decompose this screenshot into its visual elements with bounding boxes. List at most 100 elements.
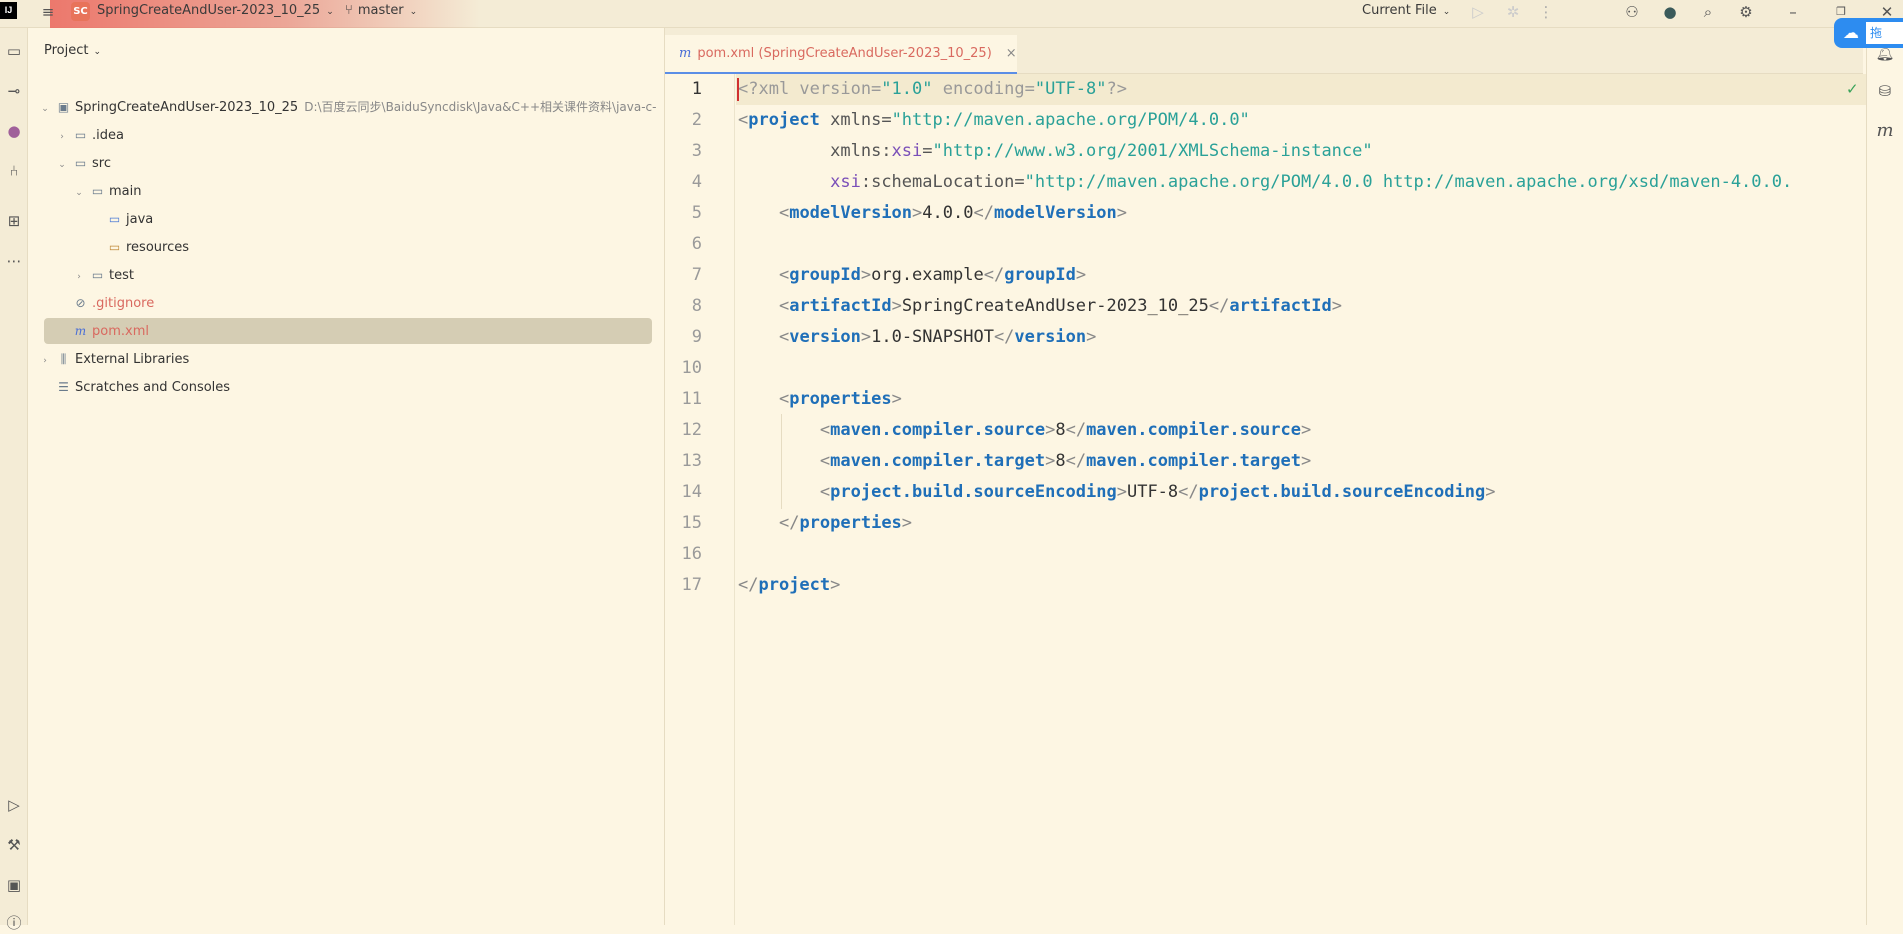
tree-item-label: SpringCreateAndUser-2023_10_25 bbox=[75, 100, 299, 115]
chevron-down-icon[interactable]: ⌄ bbox=[73, 180, 85, 206]
chevron-right-icon[interactable]: › bbox=[56, 124, 68, 150]
text-caret bbox=[737, 78, 739, 101]
line-number: 3 bbox=[691, 141, 702, 161]
right-tool-strip: 🔔︎ ⛁ m bbox=[1866, 28, 1903, 925]
tree-item-path: D:\百度云同步\BaiduSyncdisk\Java&C++相关课件资料\ja… bbox=[304, 100, 657, 114]
line-number: 4 bbox=[691, 172, 702, 192]
project-name: SpringCreateAndUser-2023_10_25 bbox=[97, 3, 321, 18]
libraries-icon: ⫼ bbox=[60, 352, 67, 366]
chevron-right-icon[interactable]: › bbox=[73, 264, 85, 290]
project-badge[interactable]: SC bbox=[71, 2, 90, 21]
project-panel-header[interactable]: Project ⌄ bbox=[44, 43, 101, 58]
tree-item-label: test bbox=[109, 268, 134, 283]
tree-item-resources[interactable]: ▭ resources bbox=[90, 234, 189, 260]
tree-item-scratches[interactable]: ☰ Scratches and Consoles bbox=[39, 374, 230, 400]
editor-tab-bar: m pom.xml (SpringCreateAndUser-2023_10_25… bbox=[665, 28, 1863, 74]
plugin-icon[interactable]: ● bbox=[3, 120, 25, 142]
more-tools-icon[interactable]: ⋯ bbox=[3, 250, 25, 272]
line-number: 12 bbox=[681, 420, 702, 440]
line-number: 2 bbox=[691, 110, 702, 130]
structure-icon[interactable]: ⊞ bbox=[3, 210, 25, 232]
chevron-down-icon[interactable]: ⌄ bbox=[39, 96, 51, 122]
services-icon[interactable]: ▷ bbox=[3, 794, 25, 816]
cloud-icon: ☁ bbox=[1843, 23, 1859, 42]
branch-name: master bbox=[357, 3, 404, 18]
code-line-7: <groupId>org.example</groupId> bbox=[778, 265, 1087, 285]
tree-item-external-libraries[interactable]: › ⫼ External Libraries bbox=[39, 346, 189, 372]
more-icon[interactable]: ⋮ bbox=[1536, 2, 1556, 22]
project-panel: Project ⌄ ⌄ ▣ SpringCreateAndUser-2023_10_2… bbox=[29, 28, 665, 925]
tree-item-label: resources bbox=[126, 240, 190, 255]
project-selector[interactable]: SpringCreateAndUser-2023_10_25 ⌄ bbox=[97, 0, 334, 28]
tree-item-label: .gitignore bbox=[92, 296, 155, 311]
database-icon[interactable]: ⛁ bbox=[1874, 80, 1896, 102]
add-user-icon[interactable]: ⚇ bbox=[1622, 2, 1642, 22]
code-line-9: <version>1.0-SNAPSHOT</version> bbox=[778, 327, 1097, 347]
chevron-right-icon[interactable]: › bbox=[39, 348, 51, 374]
code-line-12: <maven.compiler.source>8</maven.compiler… bbox=[819, 420, 1312, 440]
terminal-icon[interactable]: ▣ bbox=[3, 874, 25, 896]
tree-item-gitignore[interactable]: ⊘ .gitignore bbox=[56, 290, 154, 316]
folder-icon: ▭ bbox=[91, 268, 104, 282]
maven-icon: m bbox=[74, 324, 87, 338]
tree-item-label: pom.xml bbox=[92, 324, 149, 339]
module-icon: ▣ bbox=[57, 100, 70, 114]
scratches-icon: ☰ bbox=[58, 380, 69, 394]
intellij-logo: IJ bbox=[0, 2, 17, 19]
code-line-1: <?xml version="1.0" encoding="UTF-8"?> bbox=[738, 79, 1127, 99]
tab-label: pom.xml (SpringCreateAndUser-2023_10_25) bbox=[697, 46, 992, 61]
problems-icon[interactable]: ⓘ bbox=[3, 912, 25, 934]
line-number: 13 bbox=[681, 451, 702, 471]
search-icon[interactable]: ⌕ bbox=[1698, 2, 1718, 22]
copilot-icon[interactable]: ● bbox=[1660, 2, 1680, 22]
maven-icon[interactable]: m bbox=[1874, 120, 1896, 142]
code-line-13: <maven.compiler.target>8</maven.compiler… bbox=[819, 451, 1312, 471]
settings-icon[interactable]: ⚙ bbox=[1736, 2, 1756, 22]
branch-selector[interactable]: ⑂ master ⌄ bbox=[345, 0, 417, 28]
code-line-17: </project> bbox=[738, 575, 841, 595]
close-icon[interactable]: × bbox=[1006, 46, 1017, 61]
baidu-netdisk-float[interactable]: ☁ 拖 bbox=[1834, 18, 1903, 48]
code-line-14: <project.build.sourceEncoding>UTF-8</pro… bbox=[819, 482, 1496, 502]
line-number: 6 bbox=[691, 234, 702, 254]
line-number: 16 bbox=[681, 544, 702, 564]
code-editor[interactable]: <?xml version="1.0" encoding="UTF-8"?> <… bbox=[736, 74, 1866, 925]
build-icon[interactable]: ⚒ bbox=[3, 834, 25, 856]
run-icon[interactable]: ▷ bbox=[1468, 2, 1488, 22]
line-number: 8 bbox=[691, 296, 702, 316]
line-number: 9 bbox=[691, 327, 702, 347]
baidu-label: 拖 bbox=[1866, 22, 1903, 44]
pull-requests-icon[interactable]: ⑃ bbox=[3, 160, 25, 182]
commit-icon[interactable]: ⊸ bbox=[3, 80, 25, 102]
tree-item-idea[interactable]: › ▭ .idea bbox=[56, 122, 124, 148]
run-config-label: Current File bbox=[1362, 3, 1437, 18]
tree-item-root[interactable]: ⌄ ▣ SpringCreateAndUser-2023_10_25 D:\百度云同步… bbox=[39, 94, 665, 120]
line-number: 10 bbox=[681, 358, 702, 378]
tree-item-src[interactable]: ⌄ ▭ src bbox=[56, 150, 111, 176]
project-tool-folder-icon[interactable]: ▭ bbox=[3, 40, 25, 62]
minimize-icon[interactable]: – bbox=[1783, 2, 1803, 22]
tree-item-java[interactable]: ▭ java bbox=[90, 206, 153, 232]
tree-item-test[interactable]: › ▭ test bbox=[73, 262, 134, 288]
tree-item-pom-selected[interactable]: m pom.xml bbox=[44, 318, 652, 344]
line-number: 15 bbox=[681, 513, 702, 533]
tree-item-main[interactable]: ⌄ ▭ main bbox=[73, 178, 141, 204]
line-number: 14 bbox=[681, 482, 702, 502]
tree-item-label: Scratches and Consoles bbox=[75, 380, 231, 395]
code-line-8: <artifactId>SpringCreateAndUser-2023_10_… bbox=[778, 296, 1342, 316]
source-folder-icon: ▭ bbox=[108, 212, 121, 226]
branch-icon: ⑂ bbox=[345, 3, 353, 18]
hamburger-menu-icon[interactable]: ≡ bbox=[38, 2, 58, 22]
left-tool-strip: ▭ ⊸ ● ⑃ ⊞ ⋯ ▷ ⚒ ▣ ⓘ bbox=[0, 28, 28, 932]
line-number: 11 bbox=[681, 389, 702, 409]
tree-item-label: External Libraries bbox=[75, 352, 190, 367]
resources-folder-icon: ▭ bbox=[108, 240, 121, 254]
code-line-5: <modelVersion>4.0.0</modelVersion> bbox=[778, 203, 1128, 223]
tab-pom-xml[interactable]: m pom.xml (SpringCreateAndUser-2023_10_25… bbox=[665, 35, 1017, 74]
code-line-3: xmlns:xsi="http://www.w3.org/2001/XMLSch… bbox=[830, 141, 1373, 161]
chevron-down-icon[interactable]: ⌄ bbox=[56, 152, 68, 178]
debug-icon[interactable]: ✲ bbox=[1503, 2, 1523, 22]
chevron-down-icon: ⌄ bbox=[1442, 7, 1451, 17]
inspection-ok-icon[interactable]: ✓ bbox=[1846, 80, 1859, 98]
run-config-selector[interactable]: Current File ⌄ bbox=[1362, 0, 1450, 28]
